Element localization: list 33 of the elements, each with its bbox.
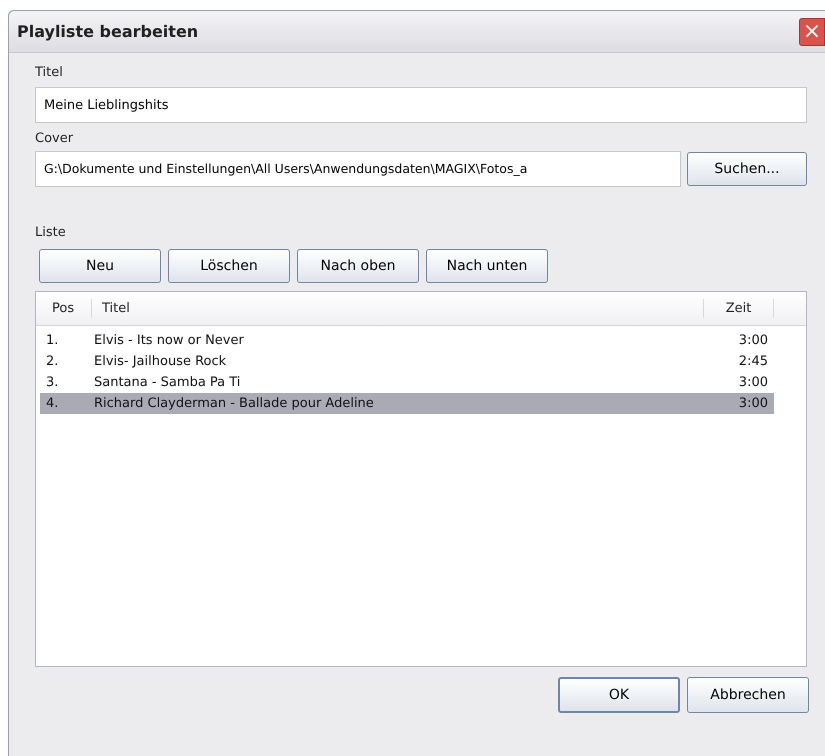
- position-cell-text: 2.: [45, 352, 60, 371]
- section-label: Liste: [35, 224, 67, 242]
- list-action-button[interactable]: Nach unten: [426, 249, 548, 283]
- browse-button[interactable]: Suchen...: [687, 152, 807, 186]
- list-action-button[interactable]: Neu: [39, 249, 161, 283]
- title-cell-text: Elvis - Its now or Never: [94, 332, 245, 350]
- column-header[interactable]: Pos: [36, 298, 92, 318]
- title-cell-text: Richard Clayderman - Ballade pour Adeline: [94, 394, 375, 413]
- time-cell-text: 3:00: [738, 394, 768, 413]
- list-action-button[interactable]: Löschen: [168, 249, 290, 283]
- close-button[interactable]: ×: [799, 18, 825, 46]
- time-cell-text: 2:45: [738, 352, 768, 371]
- time-cell-text: 3:00: [738, 374, 768, 392]
- column-header[interactable]: Zeit: [704, 298, 774, 318]
- playlist-row[interactable]: 2. Elvis- Jailhouse Rock 2:45: [40, 351, 774, 372]
- position-cell-text: 1.: [45, 332, 60, 350]
- dialog-button[interactable]: Abbrechen: [687, 677, 809, 713]
- position-cell-text: 4.: [45, 394, 60, 413]
- window-title: Playliste bearbeiten: [17, 20, 198, 42]
- title-field[interactable]: Meine Lieblingshits: [35, 87, 807, 123]
- field-label: Cover: [35, 130, 74, 148]
- playlist-row[interactable]: 1. Elvis - Its now or Never 3:00: [40, 330, 774, 351]
- title-cell-text: Santana - Samba Pa Ti: [94, 374, 242, 392]
- dialog-button[interactable]: OK: [558, 677, 680, 713]
- column-header[interactable]: Titel: [92, 298, 704, 318]
- cover-path-field[interactable]: G:\Dokumente und Einstellungen\All Users\Anwendungsdaten\MAGIX\Fotos_a: [35, 151, 681, 187]
- playlist-row[interactable]: 4. Richard Clayderman - Ballade pour Adeline 3:00: [40, 393, 774, 414]
- playlist-row[interactable]: 3. Santana - Samba Pa Ti 3:00: [40, 372, 774, 393]
- title-cell-text: Elvis- Jailhouse Rock: [94, 352, 228, 371]
- list-action-button[interactable]: Nach oben: [297, 249, 419, 283]
- time-cell-text: 3:00: [738, 332, 768, 350]
- field-label: Titel: [35, 64, 64, 82]
- position-cell-text: 3.: [45, 374, 60, 392]
